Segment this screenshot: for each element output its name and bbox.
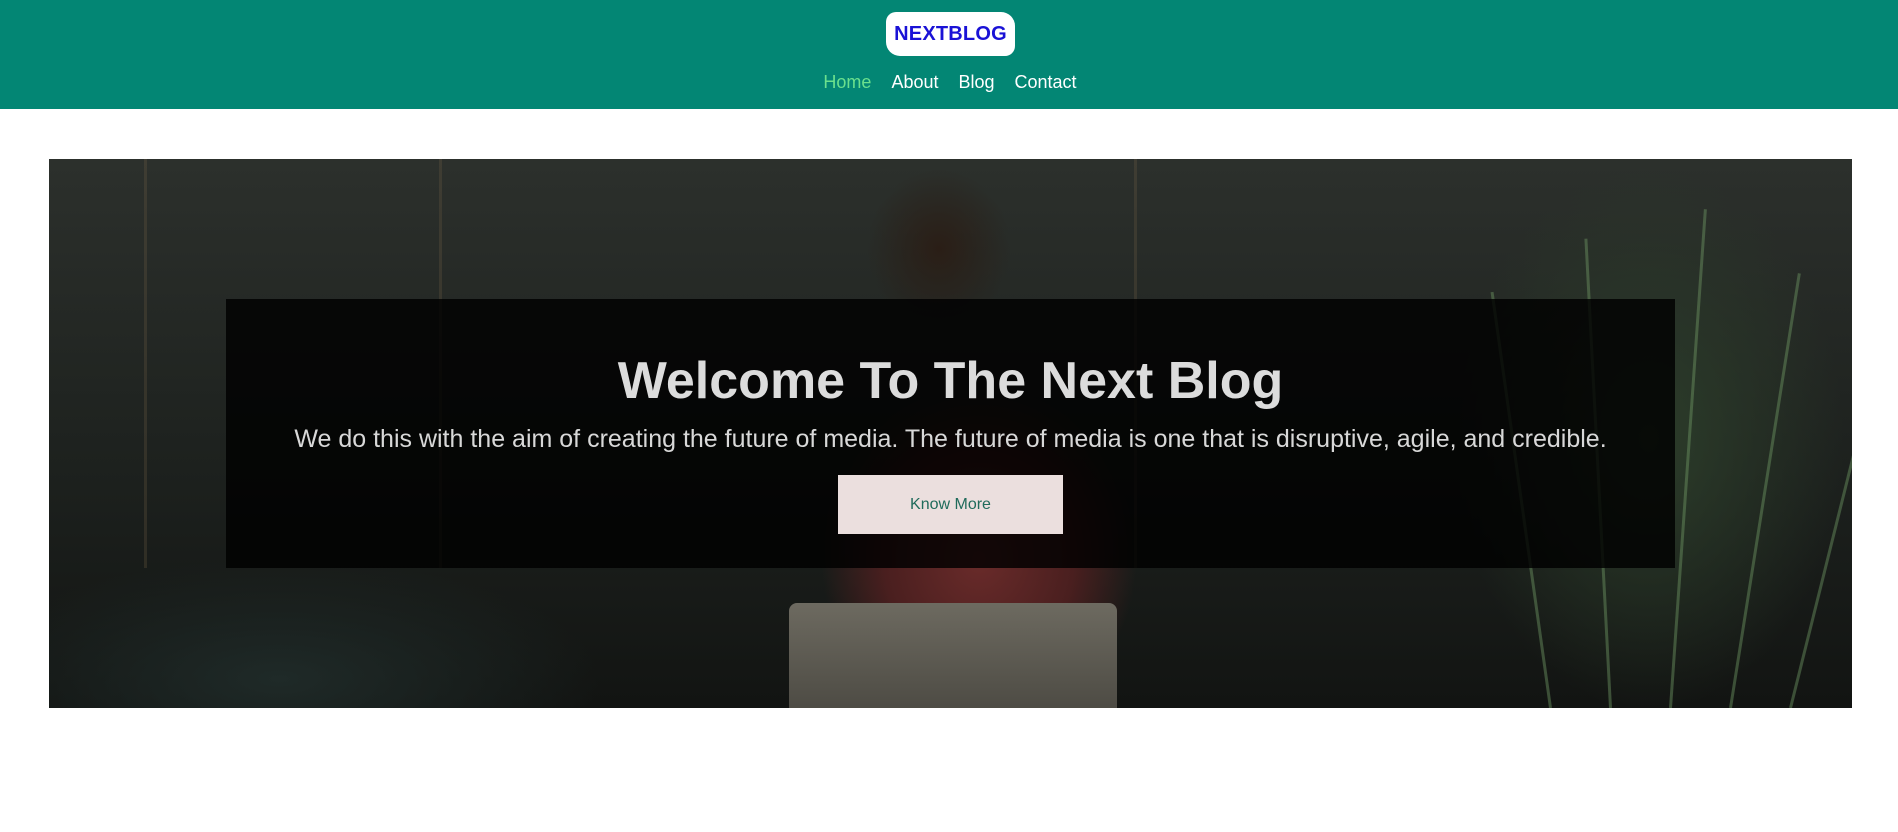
hero-image-detail	[144, 159, 147, 568]
know-more-button[interactable]: Know More	[838, 475, 1063, 534]
hero-image-plant	[1789, 338, 1852, 708]
nav-item-blog[interactable]: Blog	[958, 72, 994, 93]
site-logo[interactable]: NEXTBLOG	[886, 12, 1015, 56]
nav-item-home[interactable]: Home	[823, 72, 871, 93]
nav-item-about[interactable]: About	[891, 72, 938, 93]
hero-banner: Welcome To The Next Blog We do this with…	[49, 159, 1852, 708]
main-nav: Home About Blog Contact	[0, 72, 1898, 93]
hero-image-laptop	[789, 603, 1117, 708]
hero-image-plant	[1729, 273, 1801, 708]
hero-subtitle: We do this with the aim of creating the …	[294, 425, 1607, 453]
hero-overlay: Welcome To The Next Blog We do this with…	[226, 299, 1675, 568]
site-header: NEXTBLOG Home About Blog Contact	[0, 0, 1898, 109]
nav-item-contact[interactable]: Contact	[1015, 72, 1077, 93]
hero-title: Welcome To The Next Blog	[617, 352, 1284, 410]
